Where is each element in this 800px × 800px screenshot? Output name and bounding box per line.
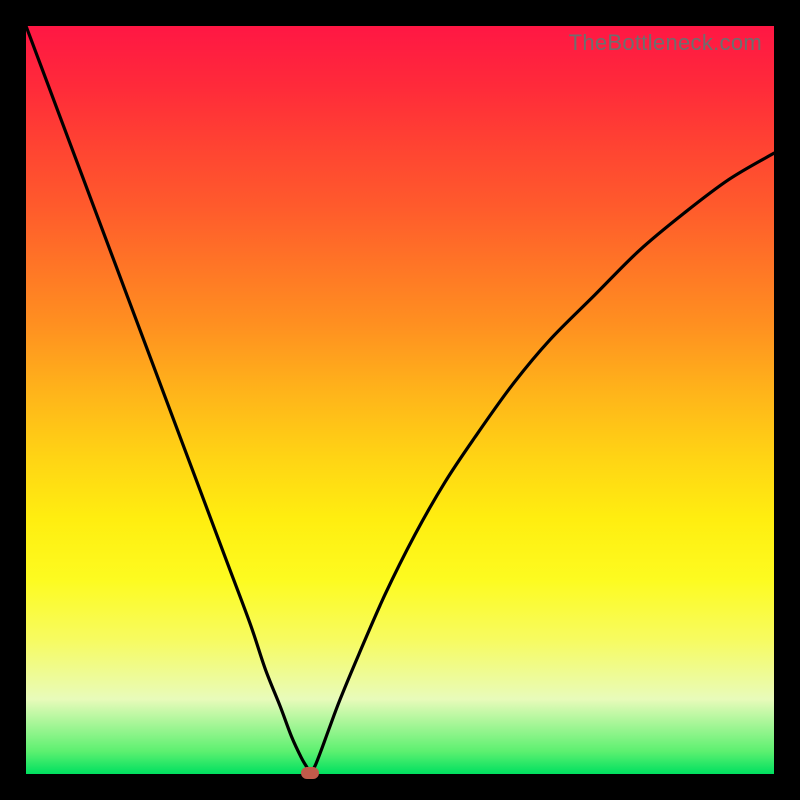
bottleneck-curve-path <box>26 26 774 773</box>
chart-frame: TheBottleneck.com <box>0 0 800 800</box>
optimal-point-marker <box>301 767 319 779</box>
plot-area: TheBottleneck.com <box>26 26 774 774</box>
curve-svg <box>26 26 774 774</box>
